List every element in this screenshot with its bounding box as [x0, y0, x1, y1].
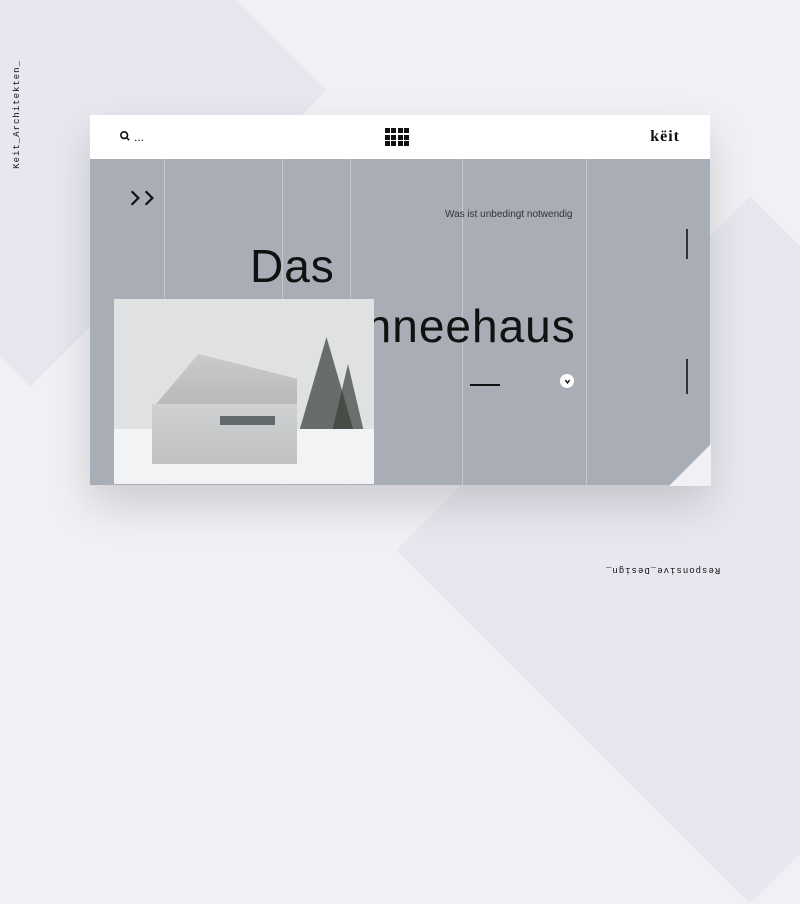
scroll-down-button[interactable]	[560, 374, 574, 388]
corner-notch	[669, 444, 711, 486]
search-button[interactable]: ...	[120, 130, 144, 144]
side-label-left: Keit_Architekten_	[12, 60, 22, 169]
topbar: ... këit	[90, 115, 710, 159]
chevron-right-icon	[128, 189, 142, 212]
building-shape	[152, 354, 297, 464]
search-icon	[120, 130, 130, 144]
hero-title-line1: Das	[250, 239, 335, 293]
main-card: ... këit Was ist unbedingt notwendig Das…	[90, 115, 710, 485]
indicator-dash	[470, 384, 500, 386]
search-placeholder: ...	[134, 130, 144, 144]
hero-panel: Was ist unbedingt notwendig Das Schneeha…	[90, 159, 710, 485]
logo[interactable]: këit	[650, 128, 680, 146]
progress-bar-segment	[686, 229, 688, 259]
grid-menu-button[interactable]	[385, 128, 410, 146]
nav-chevrons-button[interactable]	[128, 189, 156, 212]
project-image[interactable]	[114, 299, 374, 484]
progress-bar-segment	[686, 359, 688, 394]
grid-line	[586, 159, 587, 485]
chevron-right-icon	[142, 189, 156, 212]
chevron-down-icon	[564, 372, 571, 390]
side-label-bottom: Responsive_Design_	[605, 565, 720, 575]
hero-tagline: Was ist unbedingt notwendig	[445, 209, 573, 220]
